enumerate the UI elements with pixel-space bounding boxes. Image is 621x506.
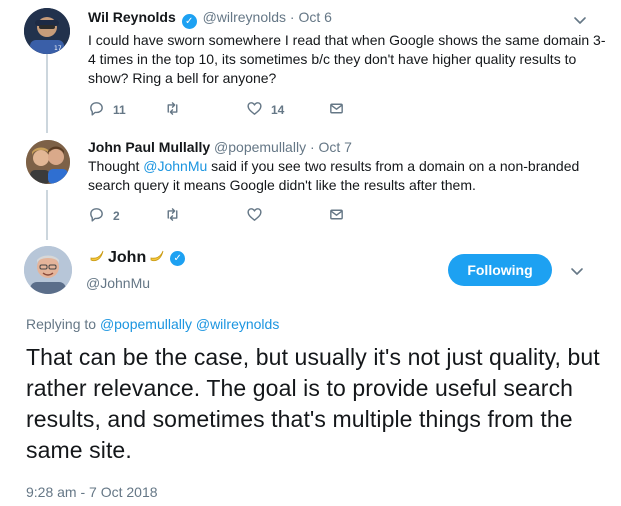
main-author-name[interactable]: John ✓ [86, 248, 187, 268]
avatar-john-mu[interactable] [24, 246, 72, 294]
author-name[interactable]: Wil Reynolds [88, 9, 176, 25]
reply-count: 11 [113, 103, 126, 117]
author-handle-date[interactable]: @popemullally · Oct 7 [214, 139, 352, 155]
reply-button[interactable]: 2 [88, 206, 120, 226]
like-button[interactable]: 14 [246, 100, 284, 120]
tweet-header: John Paul Mullally @popemullally · Oct 7 [88, 139, 352, 155]
like-button[interactable] [246, 206, 263, 226]
avatar-wil-reynolds[interactable]: 17 [24, 8, 70, 54]
retweet-button[interactable] [164, 100, 189, 120]
author-name[interactable]: John Paul Mullally [88, 139, 210, 155]
tweet-timestamp[interactable]: 9:28 am - 7 Oct 2018 [26, 484, 158, 500]
following-button[interactable]: Following [448, 254, 552, 286]
like-count: 14 [271, 103, 285, 117]
tweet-text-start: Thought [88, 158, 144, 174]
author-handle-date[interactable]: @wilreynolds · Oct 6 [203, 9, 332, 25]
reply-count: 2 [113, 209, 120, 223]
reply-button[interactable]: 11 [88, 100, 126, 120]
retweet-icon [164, 206, 181, 226]
tweet-text: I could have sworn somewhere I read that… [88, 32, 606, 86]
verified-icon: ✓ [170, 250, 186, 266]
tweet-text: Thought @JohnMu said if you see two resu… [88, 157, 608, 195]
chevron-down-icon[interactable] [572, 12, 588, 28]
svg-text:17: 17 [54, 45, 62, 52]
verified-icon: ✓ [181, 14, 197, 29]
main-tweet-text: That can be the case, but usually it's n… [26, 344, 600, 463]
banana-icon [149, 248, 165, 268]
reply-icon [88, 100, 105, 120]
reply-icon [88, 206, 105, 226]
retweet-icon [164, 100, 181, 120]
banana-icon [89, 248, 105, 268]
reply-mentions-link[interactable]: @popemullally @wilreynolds [100, 316, 279, 332]
main-author-handle[interactable]: @JohnMu [86, 275, 150, 291]
like-icon [246, 206, 263, 226]
message-button[interactable] [328, 100, 345, 120]
message-icon [328, 206, 345, 226]
mention-link[interactable]: @JohnMu [143, 158, 207, 174]
main-author-label: John [108, 249, 147, 266]
retweet-button[interactable] [164, 206, 181, 226]
thread-line [46, 54, 48, 133]
message-icon [328, 100, 345, 120]
replying-to: Replying to @popemullally @wilreynolds [26, 316, 279, 332]
chevron-down-icon[interactable] [569, 263, 585, 279]
avatar-john-paul-mullally[interactable] [26, 140, 70, 184]
like-icon [246, 100, 263, 120]
thread-line [46, 190, 48, 240]
tweet-header: Wil Reynolds ✓ @wilreynolds · Oct 6 [88, 9, 332, 29]
message-button[interactable] [328, 206, 345, 226]
replying-to-label: Replying to [26, 316, 100, 332]
